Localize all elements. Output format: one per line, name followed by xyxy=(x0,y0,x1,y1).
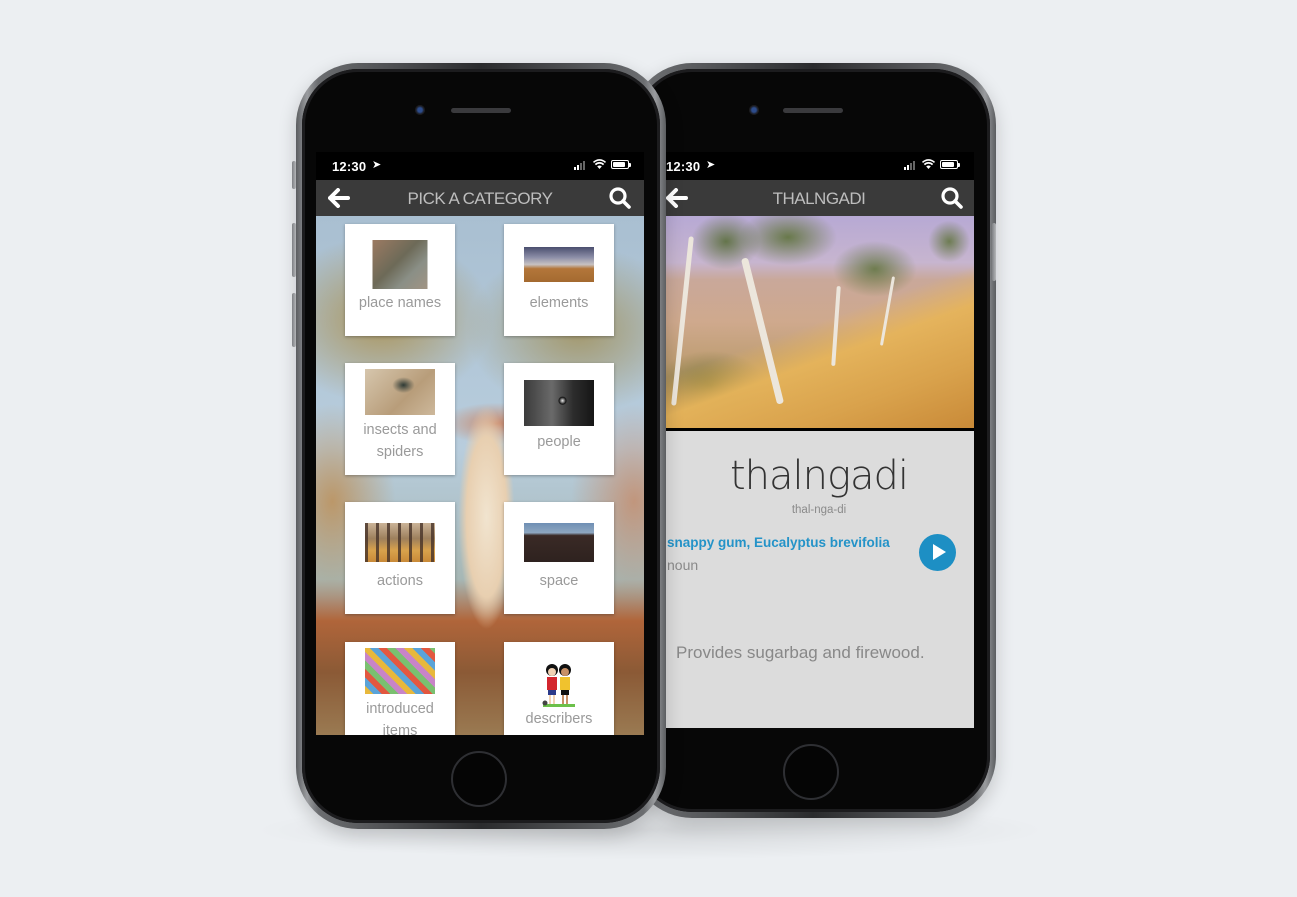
front-camera xyxy=(415,105,425,115)
category-tile-insects-and-spiders[interactable]: insects and spiders xyxy=(345,363,455,475)
battery-icon xyxy=(940,160,960,169)
play-audio-button[interactable] xyxy=(919,534,956,571)
category-tile-actions[interactable]: actions xyxy=(345,502,455,614)
category-tile-space[interactable]: space xyxy=(504,502,614,614)
status-time: 12:30 xyxy=(666,159,701,174)
banknotes-photo xyxy=(365,648,435,694)
category-label: people xyxy=(537,434,581,450)
home-button[interactable] xyxy=(451,751,507,807)
earpiece-speaker xyxy=(783,108,843,113)
category-label: insects and spiders xyxy=(363,422,437,460)
entry-pronunciation: thal-nga-di xyxy=(791,504,847,516)
right-phone: 12:30 ➤ THALNGADI thalngadi thal-nga-di … xyxy=(630,63,996,818)
page-title: PICK A CATEGORY xyxy=(407,189,553,208)
tree-trunk xyxy=(671,236,694,406)
entry-photo xyxy=(664,216,974,428)
sky-clouds-photo xyxy=(524,247,594,282)
location-arrow-icon: ➤ xyxy=(372,159,382,171)
search-icon[interactable] xyxy=(940,186,964,210)
earpiece-speaker xyxy=(451,108,511,113)
status-bar: 12:30 ➤ xyxy=(664,152,974,180)
location-arrow-icon: ➤ xyxy=(706,159,716,171)
category-tile-elements[interactable]: elements xyxy=(504,224,614,336)
signal-icon xyxy=(904,161,915,170)
category-label: describers xyxy=(525,711,593,727)
left-phone: 12:30 ➤ PICK A CATEGORY place names elem… xyxy=(292,63,666,829)
signal-icon xyxy=(574,161,585,170)
home-button[interactable] xyxy=(783,744,839,800)
category-label: introduced items xyxy=(366,701,434,735)
tree-trunk xyxy=(740,257,785,405)
navbar: THALNGADI xyxy=(664,180,974,216)
page-title: THALNGADI xyxy=(772,189,866,208)
hill-photo xyxy=(524,523,594,562)
wifi-icon xyxy=(922,159,935,169)
navbar: PICK A CATEGORY xyxy=(316,180,644,216)
volume-down-button xyxy=(292,293,296,347)
right-screen: 12:30 ➤ THALNGADI thalngadi thal-nga-di … xyxy=(664,152,974,728)
entry-card: thalngadi thal-nga-di snappy gum, Eucaly… xyxy=(664,431,974,728)
category-label: elements xyxy=(529,295,589,311)
wifi-icon xyxy=(593,159,606,169)
left-screen: 12:30 ➤ PICK A CATEGORY place names elem… xyxy=(316,152,644,735)
entry-word: thalngadi xyxy=(729,453,909,499)
two-kids-illustration xyxy=(542,664,575,707)
category-tile-introduced-items[interactable]: introduced items xyxy=(345,642,455,735)
entry-description: Provides sugarbag and firewood. xyxy=(676,643,925,662)
mute-switch xyxy=(292,161,296,189)
entry-gloss: snappy gum, Eucalyptus brevifolia xyxy=(667,535,890,550)
battery-icon xyxy=(611,160,631,169)
status-bar: 12:30 ➤ xyxy=(316,152,644,180)
child-face-photo xyxy=(524,380,594,426)
category-tile-place-names[interactable]: place names xyxy=(345,224,455,336)
front-camera xyxy=(749,105,759,115)
search-icon[interactable] xyxy=(608,186,632,210)
volume-button xyxy=(992,223,996,281)
category-tile-people[interactable]: people xyxy=(504,363,614,475)
ant-photo xyxy=(365,369,435,415)
tree-trunk xyxy=(879,276,896,346)
dancers-photo xyxy=(365,523,435,562)
aerial-landscape-photo xyxy=(372,240,428,289)
category-label: place names xyxy=(358,295,442,311)
category-label: actions xyxy=(377,573,423,589)
volume-up-button xyxy=(292,223,296,277)
category-label: space xyxy=(539,573,579,589)
status-time: 12:30 xyxy=(332,159,367,174)
tree-trunk xyxy=(831,285,841,367)
category-tile-describers[interactable]: describers xyxy=(504,642,614,735)
entry-part-of-speech: noun xyxy=(667,557,699,573)
